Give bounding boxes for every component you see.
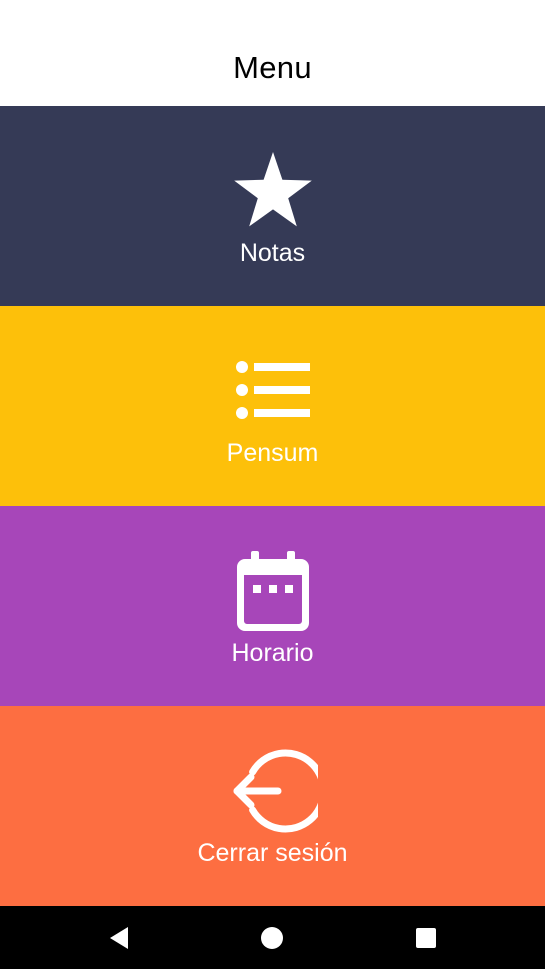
star-icon <box>233 152 312 227</box>
back-icon <box>110 926 128 949</box>
menu-item-cerrar-sesion[interactable]: Cerrar sesión <box>0 706 545 906</box>
menu-item-label: Notas <box>239 239 306 267</box>
recents-button[interactable] <box>396 906 456 969</box>
menu-item-label: Pensum <box>226 439 319 467</box>
back-button[interactable] <box>89 906 149 969</box>
system-nav-bar <box>0 906 545 969</box>
calendar-icon <box>236 551 309 631</box>
menu-item-pensum[interactable]: Pensum <box>0 306 545 506</box>
app-header: Menu <box>0 0 545 106</box>
app-screen: Menu Notas Pensum Horario Cerrar sesión <box>0 0 545 969</box>
menu-item-label: Horario <box>231 639 314 667</box>
list-icon <box>235 361 310 419</box>
logout-icon <box>233 749 318 833</box>
recents-icon <box>416 927 436 948</box>
home-icon <box>261 926 283 949</box>
menu-item-notas[interactable]: Notas <box>0 106 545 306</box>
menu-item-label: Cerrar sesión <box>197 839 348 867</box>
home-button[interactable] <box>242 906 302 969</box>
menu-item-horario[interactable]: Horario <box>0 506 545 706</box>
page-title: Menu <box>233 50 312 85</box>
